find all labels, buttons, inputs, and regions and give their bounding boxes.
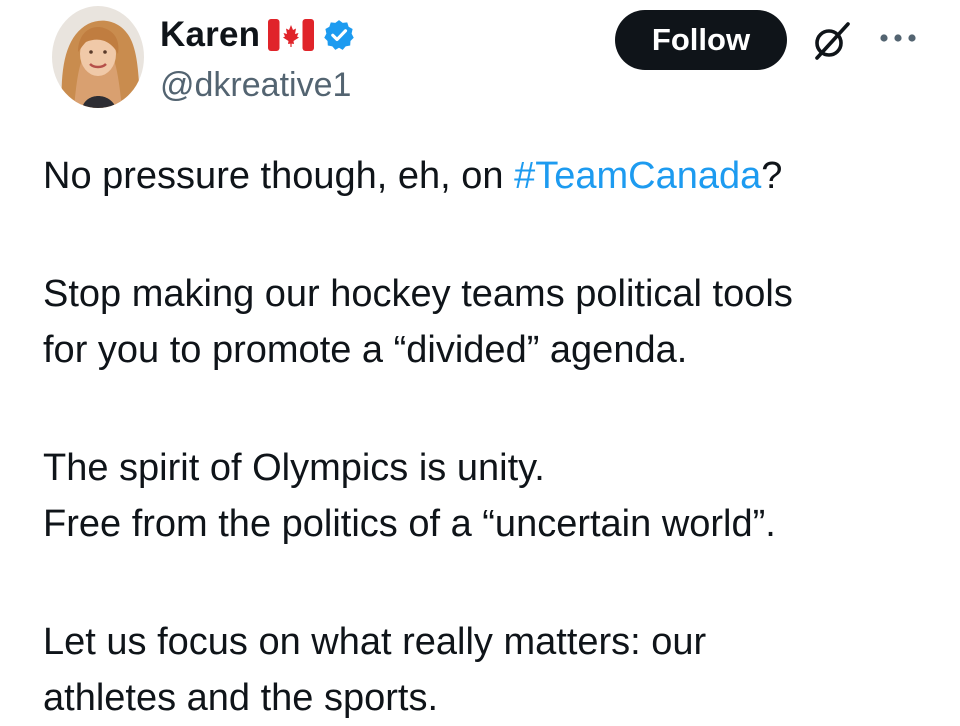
hashtag-link[interactable]: #TeamCanada bbox=[514, 155, 761, 197]
tweet-line: athletes and the sports. bbox=[43, 677, 439, 719]
more-options-icon[interactable] bbox=[878, 30, 918, 46]
author-display-name[interactable]: Karen bbox=[160, 15, 260, 55]
tweet-card: Karen @dkreative1 Follow No pressure tho… bbox=[0, 0, 960, 723]
tweet-paragraph-2: Stop making our hockey teams political t… bbox=[43, 266, 943, 378]
tweet-line: for you to promote a “divided” agenda. bbox=[43, 329, 688, 371]
tweet-line: The spirit of Olympics is unity. bbox=[43, 447, 545, 489]
author-handle[interactable]: @dkreative1 bbox=[160, 66, 351, 105]
tweet-line: Let us focus on what really matters: our bbox=[43, 621, 707, 663]
follow-button[interactable]: Follow bbox=[615, 10, 787, 70]
tweet-line: Stop making our hockey teams political t… bbox=[43, 273, 793, 315]
tweet-paragraph-3: The spirit of Olympics is unity. Free fr… bbox=[43, 440, 943, 552]
author-name-row: Karen bbox=[160, 12, 356, 58]
tweet-text: No pressure though, eh, on #TeamCanada? … bbox=[43, 148, 943, 726]
avatar[interactable] bbox=[52, 6, 144, 108]
canada-flag-icon bbox=[268, 19, 315, 51]
tweet-paragraph-4: Let us focus on what really matters: our… bbox=[43, 614, 943, 726]
grok-icon[interactable] bbox=[808, 18, 854, 64]
tweet-line: Free from the politics of a “uncertain w… bbox=[43, 503, 776, 545]
tweet-text-segment: No pressure though, eh, on bbox=[43, 155, 515, 197]
verified-badge-icon[interactable] bbox=[322, 18, 356, 52]
tweet-paragraph-1: No pressure though, eh, on #TeamCanada? bbox=[43, 148, 943, 204]
tweet-text-segment: ? bbox=[761, 155, 783, 197]
